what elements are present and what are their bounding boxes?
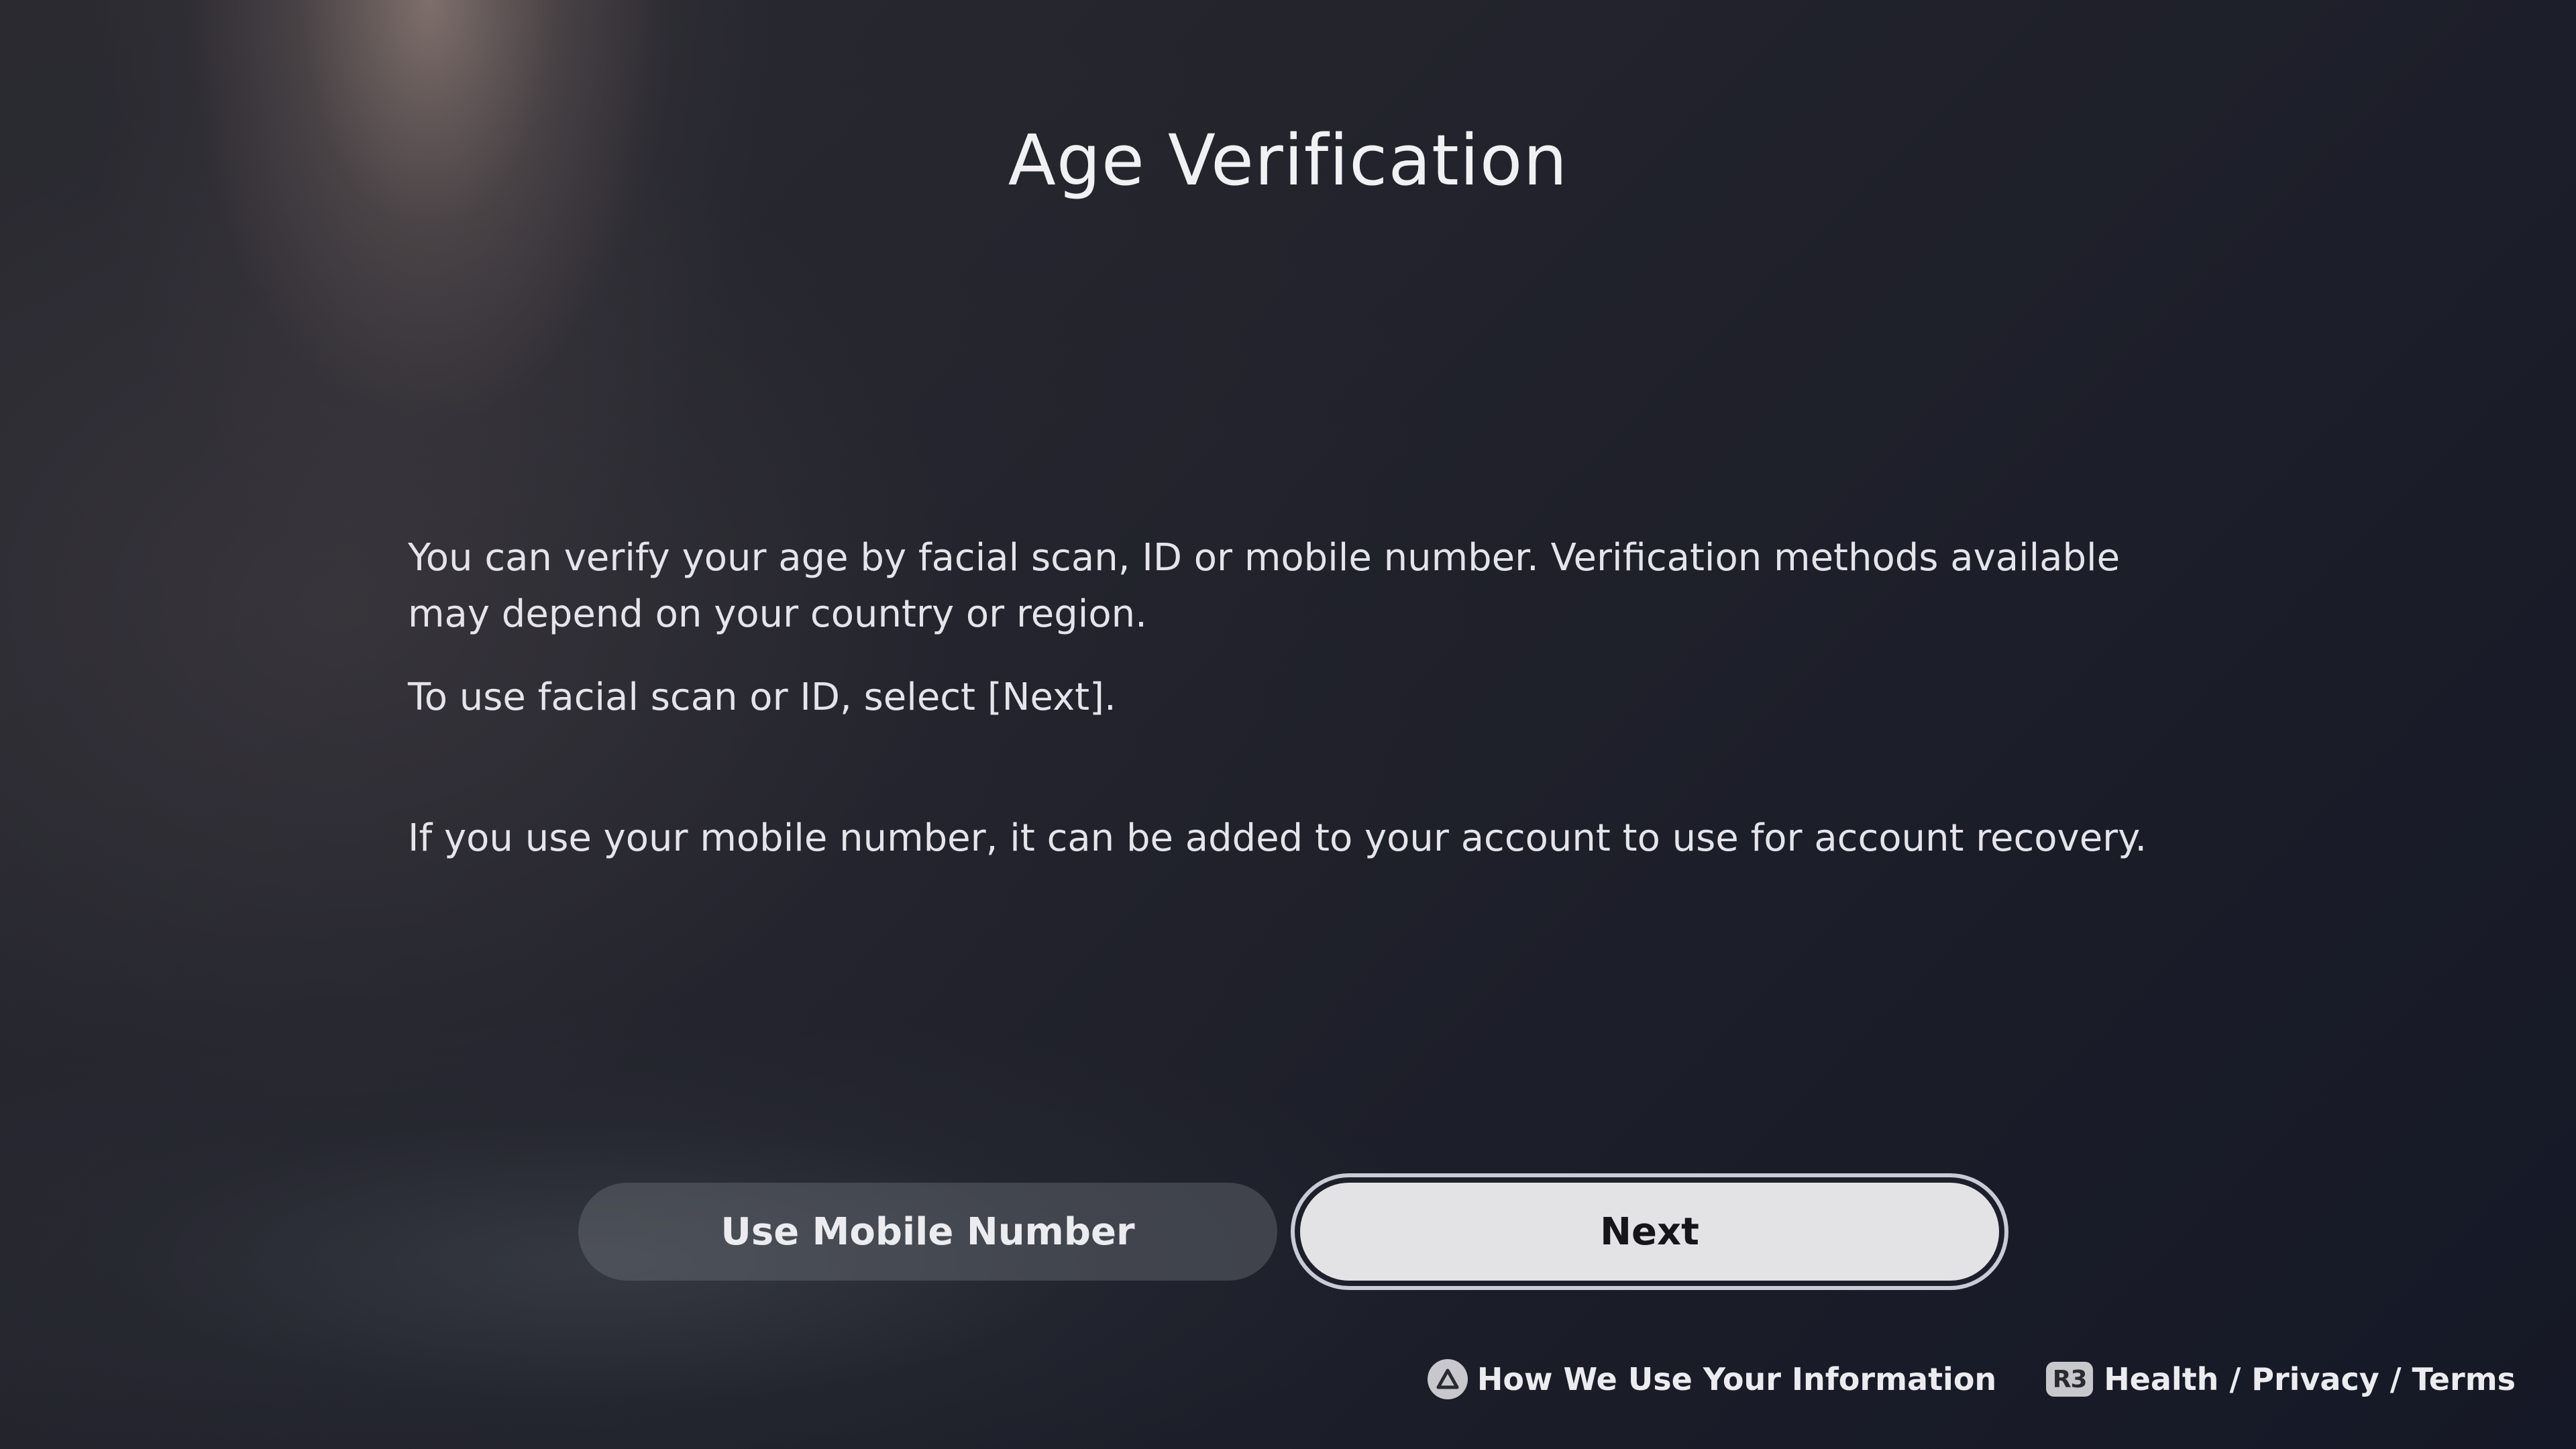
footer-links: How We Use Your Information R3 Health / … xyxy=(1427,1355,2516,1403)
description: You can verify your age by facial scan, … xyxy=(408,530,2192,867)
how-we-use-info-link[interactable]: How We Use Your Information xyxy=(1427,1359,1997,1399)
page-title: Age Verification xyxy=(1008,119,1568,201)
action-buttons: Use Mobile Number Next xyxy=(578,1177,2007,1286)
use-mobile-number-button[interactable]: Use Mobile Number xyxy=(578,1183,1277,1281)
r3-button-icon: R3 xyxy=(2046,1362,2094,1397)
use-mobile-number-label: Use Mobile Number xyxy=(720,1210,1135,1254)
how-we-use-info-label: How We Use Your Information xyxy=(1477,1361,1997,1397)
description-paragraph-mobile: If you use your mobile number, it can be… xyxy=(408,816,2147,860)
next-label: Next xyxy=(1600,1210,1699,1254)
health-privacy-terms-link[interactable]: R3 Health / Privacy / Terms xyxy=(2046,1361,2516,1397)
description-paragraph-next: To use facial scan or ID, select [Next]. xyxy=(408,676,1116,719)
health-privacy-terms-label: Health / Privacy / Terms xyxy=(2104,1361,2516,1397)
description-paragraph-methods: You can verify your age by facial scan, … xyxy=(408,536,2121,636)
next-button[interactable]: Next xyxy=(1295,1177,2004,1286)
triangle-button-icon xyxy=(1427,1359,1468,1399)
